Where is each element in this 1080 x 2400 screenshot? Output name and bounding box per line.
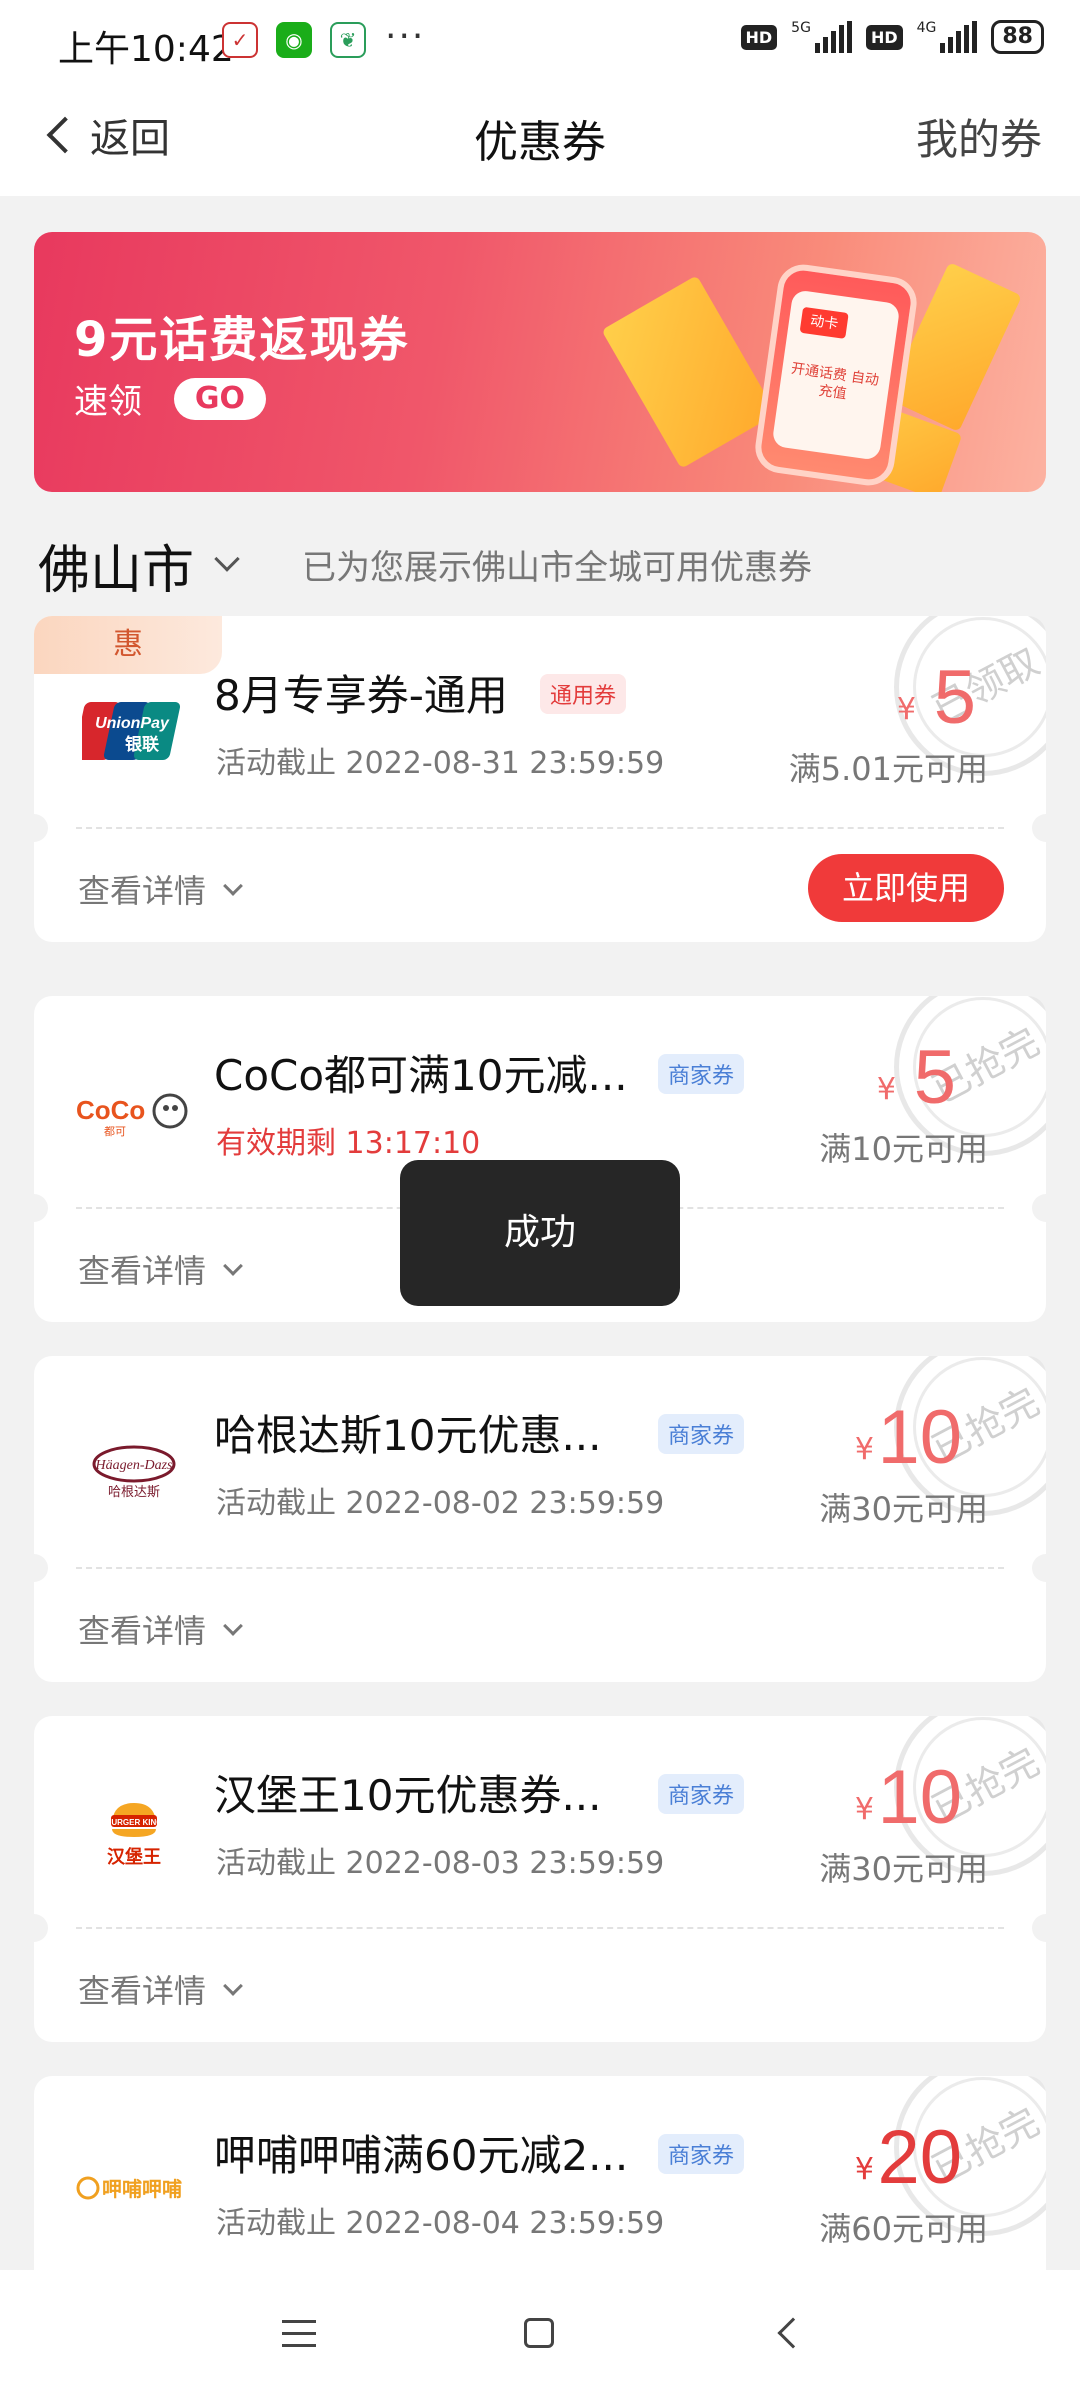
coupon-amount: 5 (913, 1035, 956, 1120)
signal-icon (814, 21, 852, 53)
notification-icons: ✓ ◉ ❦ (222, 22, 366, 58)
coupon-title: 哈根达斯10元优惠... (214, 1411, 602, 1460)
currency-symbol: ¥ (896, 692, 916, 727)
status-bar: 上午10:42 ✓ ◉ ❦ ··· HD 5G HD 4G 88 (0, 0, 1080, 84)
use-now-button[interactable]: 立即使用 (808, 854, 1004, 922)
phone-illustration: 动卡 开通话费 自动充值 (752, 261, 920, 489)
currency-symbol: ¥ (854, 1432, 874, 1467)
promo-banner[interactable]: 9元话费返现券 速领 GO 动卡 开通话费 自动充值 (34, 232, 1046, 492)
svg-text:Häagen-Dazs: Häagen-Dazs (95, 1458, 174, 1473)
currency-symbol: ¥ (854, 1792, 874, 1827)
view-details-toggle[interactable]: 查看详情 (78, 1246, 243, 1292)
svg-text:银联: 银联 (125, 734, 159, 755)
chevron-down-icon[interactable] (214, 546, 240, 572)
coupon-title: 8月专享券-通用 (214, 671, 508, 720)
coupon-title: 汉堡王10元优惠券... (214, 1771, 602, 1820)
bank-app-icon: ✓ (222, 22, 258, 58)
coupon-deadline: 活动截止 2022-08-04 23:59:59 (216, 2206, 665, 2241)
coupon-card[interactable]: 已抢完 Häagen-Dazs 哈根达斯 哈根达斯10元优惠... 商家券 活动… (34, 1356, 1046, 1682)
chevron-down-icon (223, 1256, 243, 1276)
chevron-down-icon (223, 1616, 243, 1636)
svg-text:呷哺呷哺: 呷哺呷哺 (102, 2177, 182, 2201)
view-details-label: 查看详情 (78, 1252, 207, 1290)
coupon-condition: 满5.01元可用 (788, 750, 988, 788)
coupon-title: CoCo都可满10元减... (214, 1051, 628, 1100)
coupon-deadline: 活动截止 2022-08-03 23:59:59 (216, 1846, 665, 1881)
svg-text:哈根达斯: 哈根达斯 (108, 1485, 160, 1500)
signal-icon-2 (940, 21, 978, 53)
view-details-label: 查看详情 (78, 1972, 207, 2010)
status-right: HD 5G HD 4G 88 (740, 20, 1044, 54)
view-details-label: 查看详情 (78, 872, 207, 910)
coupon-condition: 满10元可用 (819, 1130, 988, 1168)
divider (76, 1567, 1004, 1569)
currency-symbol: ¥ (854, 2152, 874, 2187)
more-notifications-icon: ··· (385, 16, 426, 57)
unionpay-logo: UnionPay 银联 (74, 686, 194, 776)
coupon-deadline: 活动截止 2022-08-31 23:59:59 (216, 746, 665, 781)
chevron-down-icon (223, 1976, 243, 1996)
coupon-amount: 20 (877, 2115, 962, 2200)
divider (76, 1927, 1004, 1929)
coupon-condition: 满30元可用 (819, 1490, 988, 1528)
hd-badge: HD (740, 24, 778, 50)
svg-text:BURGER KING: BURGER KING (106, 1818, 163, 1827)
system-nav-bar (0, 2270, 1080, 2400)
coupon-amount: 10 (877, 1395, 962, 1480)
nav-bar: 返回 优惠券 我的券 (0, 84, 1080, 196)
view-details-toggle[interactable]: 查看详情 (78, 1966, 243, 2012)
haagen-dazs-logo: Häagen-Dazs 哈根达斯 (74, 1426, 194, 1516)
coupon-condition: 满30元可用 (819, 1850, 988, 1888)
svg-text:UnionPay: UnionPay (95, 715, 170, 732)
xiabu-logo: 呷哺呷哺 (74, 2146, 194, 2236)
coupon-condition: 满60元可用 (819, 2210, 988, 2248)
coupon-type-tag: 商家券 (658, 1054, 745, 1094)
burger-king-logo: BURGER KING 汉堡王 (74, 1786, 194, 1876)
view-details-toggle[interactable]: 查看详情 (78, 866, 243, 912)
coupon-type-tag: 商家券 (658, 1774, 745, 1814)
coupon-card[interactable]: 已抢完 BURGER KING 汉堡王 汉堡王10元优惠券... 商家券 活动截… (34, 1716, 1046, 2042)
coupon-type-tag: 商家券 (658, 2134, 745, 2174)
svg-text:CoCo: CoCo (76, 1095, 145, 1125)
my-coupons-link[interactable]: 我的券 (916, 106, 1042, 167)
chevron-down-icon (223, 876, 243, 896)
banner-title: 9元话费返现券 (74, 312, 410, 368)
city-row: 佛山市 已为您展示佛山市全城可用优惠券 (0, 520, 1080, 610)
currency-symbol: ¥ (876, 1072, 896, 1107)
coupon-countdown: 有效期剩 13:17:10 (216, 1126, 481, 1161)
coupon-type-tag: 通用券 (540, 674, 627, 714)
coupon-amount: 10 (877, 1755, 962, 1840)
home-icon[interactable] (524, 2318, 554, 2348)
network-label-2: 4G (916, 20, 937, 36)
ticket-decoration (601, 275, 777, 469)
svg-text:都可: 都可 (104, 1125, 126, 1138)
view-details-label: 查看详情 (78, 1612, 207, 1650)
banner-go-button[interactable]: GO (174, 378, 266, 420)
status-time: 上午10:42 (58, 29, 234, 70)
coupon-type-tag: 商家券 (658, 1414, 745, 1454)
back-icon[interactable] (777, 2317, 809, 2349)
coupon-card[interactable]: 已抢完 呷哺呷哺 呷哺呷哺满60元减2... 商家券 活动截止 2022-08-… (34, 2076, 1046, 2276)
discount-corner-tag: 惠 (34, 616, 222, 674)
hd-badge-2: HD (865, 24, 903, 50)
coupon-deadline: 活动截止 2022-08-02 23:59:59 (216, 1486, 665, 1521)
coupon-title: 呷哺呷哺满60元减2... (214, 2131, 629, 2180)
menu-icon[interactable] (282, 2320, 316, 2356)
city-note: 已为您展示佛山市全城可用优惠券 (302, 548, 812, 588)
coco-logo: CoCo 都可 (74, 1066, 194, 1156)
success-toast: 成功 (400, 1160, 680, 1306)
wechat-icon: ◉ (276, 22, 312, 58)
svg-text:汉堡王: 汉堡王 (107, 1846, 161, 1868)
leaf-app-icon: ❦ (330, 22, 366, 58)
coupon-amount: 5 (933, 655, 976, 740)
coupon-card[interactable]: 惠 已领取 UnionPay 银联 8月专享券-通用 通用券 活动截止 2022… (34, 616, 1046, 942)
divider (76, 827, 1004, 829)
view-details-toggle[interactable]: 查看详情 (78, 1606, 243, 1652)
network-label: 5G (791, 20, 811, 36)
city-selector[interactable]: 佛山市 (38, 528, 194, 603)
battery-icon: 88 (991, 20, 1044, 54)
banner-subtitle: 速领 (74, 382, 142, 422)
